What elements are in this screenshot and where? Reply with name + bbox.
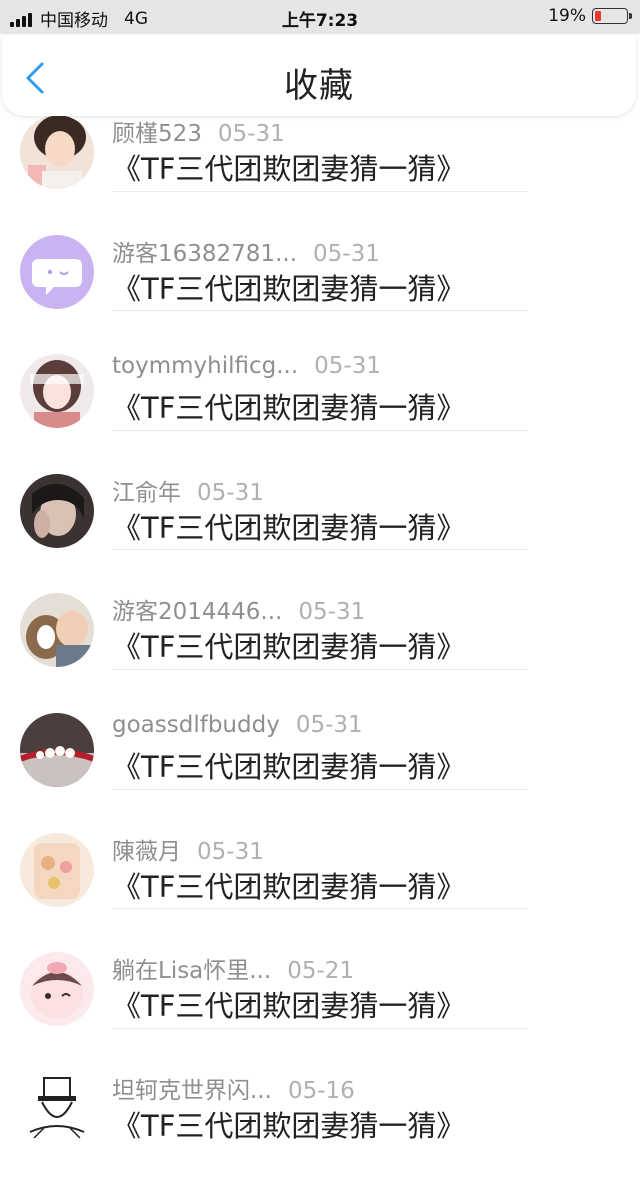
row-divider — [112, 310, 528, 312]
list-item[interactable]: toymmyhilficg... 05-31 《TF三代团欺团妻猜一猜》 — [0, 339, 640, 459]
item-username[interactable]: 游客16382781... — [112, 241, 297, 267]
row-divider — [112, 1027, 528, 1029]
item-title[interactable]: 《TF三代团欺团妻猜一猜》 — [112, 983, 465, 1025]
list-item[interactable]: goassdlfbuddy 05-31 《TF三代团欺团妻猜一猜》 — [0, 698, 640, 818]
item-title[interactable]: 《TF三代团欺团妻猜一猜》 — [112, 1103, 465, 1145]
avatar[interactable] — [20, 354, 94, 429]
item-meta: toymmyhilficg... 05-31 — [112, 353, 381, 379]
item-date: 05-31 — [217, 121, 285, 147]
avatar[interactable] — [20, 832, 94, 907]
item-date: 05-31 — [314, 353, 381, 380]
item-username[interactable]: goassdlfbuddy — [112, 712, 280, 738]
row-divider — [112, 549, 528, 551]
item-username[interactable]: 江俞年 — [112, 480, 181, 506]
item-date: 05-31 — [313, 240, 380, 267]
item-username[interactable]: 躺在Lisa怀里... — [112, 958, 271, 984]
item-date: 05-31 — [295, 712, 363, 738]
item-title[interactable]: 《TF三代团欺团妻猜一猜》 — [112, 744, 465, 786]
avatar[interactable] — [20, 713, 94, 787]
page-title: 收藏 — [284, 66, 354, 106]
item-meta: 游客2014446... 05-31 — [112, 592, 365, 626]
avatar[interactable] — [20, 1071, 94, 1146]
avatar[interactable] — [20, 593, 94, 668]
item-date: 05-31 — [298, 599, 366, 626]
item-username[interactable]: 顾槿523 — [112, 121, 202, 147]
item-username[interactable]: 陳薇月 — [112, 839, 181, 865]
item-title[interactable]: 《TF三代团欺团妻猜一猜》 — [112, 146, 465, 188]
item-username[interactable]: toymmyhilficg... — [112, 353, 298, 379]
item-meta: 坦轲克世界闪... 05-16 — [112, 1071, 355, 1105]
list-item[interactable]: 陳薇月 05-31 《TF三代团欺团妻猜一猜》 — [0, 818, 640, 938]
item-title[interactable]: 《TF三代团欺团妻猜一猜》 — [112, 385, 465, 427]
item-meta: 陳薇月 05-31 — [112, 832, 264, 866]
list-item[interactable]: 游客2014446... 05-31 《TF三代团欺团妻猜一猜》 — [0, 578, 640, 698]
nav-header: 收藏 — [2, 36, 636, 116]
list-item[interactable]: 江俞年 05-31 《TF三代团欺团妻猜一猜》 — [0, 459, 640, 579]
item-date: 05-31 — [197, 838, 264, 865]
list-item[interactable]: 顾槿523 05-31 《TF三代团欺团妻猜一猜》 — [0, 100, 640, 220]
item-date: 05-31 — [197, 479, 264, 506]
item-meta: 躺在Lisa怀里... 05-21 — [112, 951, 354, 985]
item-title[interactable]: 《TF三代团欺团妻猜一猜》 — [112, 505, 465, 547]
list-item[interactable]: 坦轲克世界闪... 05-16 《TF三代团欺团妻猜一猜》 — [0, 1057, 640, 1177]
avatar[interactable] — [20, 115, 94, 189]
item-title[interactable]: 《TF三代团欺团妻猜一猜》 — [112, 266, 465, 308]
avatar[interactable] — [20, 473, 94, 548]
list-item[interactable]: 游客16382781... 05-31 《TF三代团欺团妻猜一猜》 — [0, 220, 640, 340]
row-divider — [112, 190, 528, 192]
row-divider — [112, 908, 528, 910]
avatar[interactable] — [20, 234, 94, 309]
item-username[interactable]: 坦轲克世界闪... — [112, 1078, 272, 1104]
item-meta: 游客16382781... 05-31 — [112, 234, 380, 268]
item-meta: 江俞年 05-31 — [112, 473, 264, 507]
row-divider — [112, 429, 528, 431]
item-username[interactable]: 游客2014446... — [112, 599, 282, 625]
item-title[interactable]: 《TF三代团欺团妻猜一猜》 — [112, 624, 465, 666]
item-meta: 顾槿523 05-31 — [112, 114, 285, 148]
list-item[interactable]: 躺在Lisa怀里... 05-21 《TF三代团欺团妻猜一猜》 — [0, 937, 640, 1057]
row-divider — [112, 788, 528, 790]
row-divider — [112, 668, 528, 670]
item-meta: goassdlfbuddy 05-31 — [112, 712, 363, 738]
item-date: 05-21 — [287, 958, 355, 985]
favorites-list: 顾槿523 05-31 《TF三代团欺团妻猜一猜》 游客16382781... 05-3… — [0, 0, 640, 1146]
item-title[interactable]: 《TF三代团欺团妻猜一猜》 — [112, 864, 465, 906]
item-date: 05-16 — [287, 1077, 355, 1104]
avatar[interactable] — [20, 952, 94, 1027]
